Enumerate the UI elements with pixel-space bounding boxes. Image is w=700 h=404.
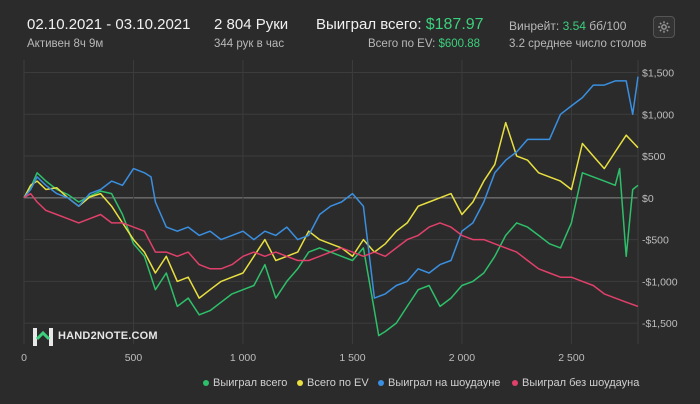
- legend-item-no-showdown[interactable]: Выиграл без шоудауна: [512, 377, 639, 393]
- winrate: Винрейт: 3.54 бб/100: [509, 19, 626, 33]
- y-axis-ticks: $1,500 $1,000 $500 $0 -$500 -$1,000 -$1,500: [642, 68, 678, 331]
- ev-total-value: $600.88: [438, 38, 481, 50]
- hands-count: 2 804 Руки: [214, 16, 289, 33]
- won-total-value: $187.97: [425, 16, 484, 33]
- x-axis-ticks: 0 500 1 000 1 500 2 000 2 500: [21, 352, 585, 364]
- legend-dot: [297, 380, 303, 387]
- x-tick-label: 2 000: [449, 352, 475, 364]
- legend-item-showdown[interactable]: Выиграл на шоудауне: [378, 377, 500, 393]
- x-tick-label: 0: [21, 352, 27, 364]
- hand2note-logo-icon: [33, 328, 53, 346]
- y-tick-label: $1,000: [642, 109, 674, 121]
- x-tick-label: 1 000: [230, 352, 256, 364]
- legend-dot: [512, 380, 518, 387]
- series-line-3: [23, 192, 639, 308]
- series-line-2: [23, 76, 639, 299]
- summary-header: 02.10.2021 - 03.10.2021 Активен 8ч 9м 2 …: [0, 0, 700, 60]
- gear-icon: [658, 21, 670, 33]
- y-tick-label: $500: [642, 151, 666, 163]
- legend-label: Выиграл на шоудауне: [388, 377, 501, 389]
- x-tick-label: 2 500: [558, 352, 584, 364]
- y-tick-label: $1,500: [642, 68, 674, 80]
- legend-dot: [203, 380, 209, 387]
- settings-button[interactable]: [653, 16, 675, 38]
- active-time: Активен 8ч 9м: [27, 38, 104, 50]
- series-lines: [23, 76, 639, 337]
- won-total: Выиграл всего: $187.97: [316, 16, 484, 34]
- legend-item-ev-total[interactable]: Всего по EV: [297, 377, 369, 393]
- y-tick-label: -$1,000: [642, 276, 678, 288]
- y-tick-label: -$1,500: [642, 318, 678, 330]
- legend-label: Выиграл без шоудауна: [522, 377, 640, 389]
- logo-text: HAND2NOTE.COM: [58, 330, 158, 342]
- date-range: 02.10.2021 - 03.10.2021: [27, 16, 191, 33]
- x-tick-label: 500: [125, 352, 143, 364]
- legend-item-won-total[interactable]: Выиграл всего: [203, 377, 287, 393]
- winrate-value: 3.54: [562, 19, 586, 33]
- ev-total-label: Всего по EV:: [368, 38, 436, 50]
- won-total-label: Выиграл всего:: [316, 16, 422, 33]
- legend-dot: [378, 380, 384, 387]
- ev-total: Всего по EV: $600.88: [368, 38, 480, 50]
- hands-per-hour: 344 рук в час: [214, 38, 285, 50]
- legend-label: Выиграл всего: [213, 377, 288, 389]
- avg-tables: 3.2 среднее число столов: [509, 38, 647, 50]
- y-tick-label: $0: [642, 193, 654, 205]
- winrate-unit: бб/100: [589, 19, 627, 33]
- legend-label: Всего по EV: [307, 377, 369, 389]
- x-tick-label: 1 500: [339, 352, 365, 364]
- y-tick-label: -$500: [642, 235, 669, 247]
- winrate-label: Винрейт:: [509, 19, 560, 33]
